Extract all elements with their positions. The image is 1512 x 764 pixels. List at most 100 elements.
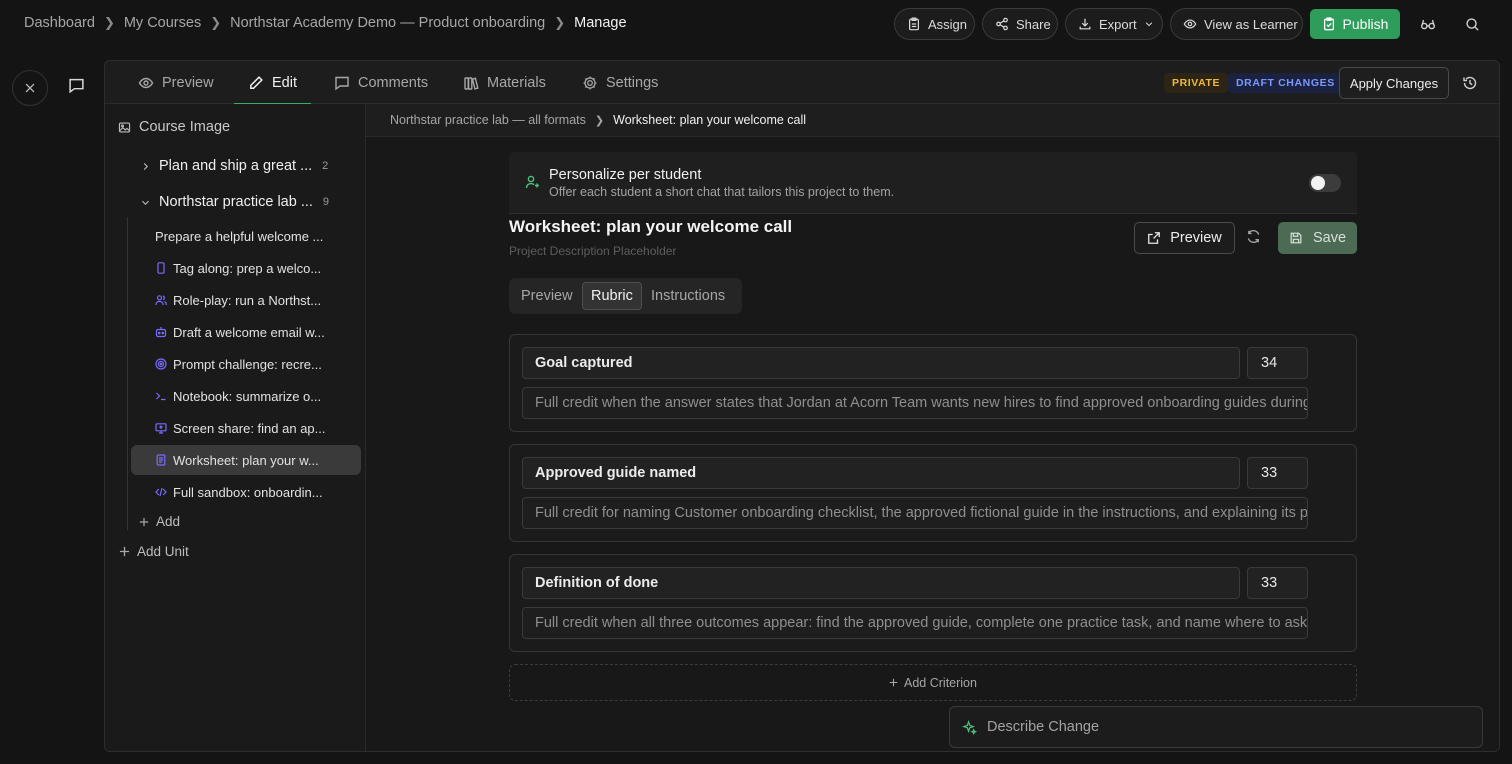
sidebar-lesson-item[interactable]: Prompt challenge: recre... [131, 349, 361, 379]
sidebar-lesson-item[interactable]: Screen share: find an ap... [131, 413, 361, 443]
rubric-criterion: Goal captured 34 Full credit when the an… [509, 334, 1357, 432]
close-button[interactable] [12, 70, 48, 106]
refresh-icon[interactable] [1246, 229, 1264, 247]
chevron-right-icon: ❯ [210, 15, 222, 30]
subtab-instructions[interactable]: Instructions [643, 282, 733, 310]
bot-icon [155, 326, 167, 338]
personalize-toggle[interactable] [1309, 174, 1341, 192]
apply-changes-button[interactable]: Apply Changes [1339, 67, 1449, 99]
rubric-criterion: Approved guide named 33 Full credit for … [509, 444, 1357, 542]
criterion-points-input[interactable]: 34 [1247, 347, 1308, 379]
assign-button[interactable]: Assign [894, 8, 975, 40]
add-unit-button[interactable]: Add Unit [119, 544, 189, 559]
clipboard-check-icon [1322, 17, 1336, 31]
chevron-right-icon: ❯ [554, 15, 566, 30]
breadcrumb-course[interactable]: Northstar Academy Demo — Product onboard… [230, 15, 545, 31]
save-icon [1289, 231, 1303, 245]
clipboard-icon [907, 17, 921, 31]
criterion-name-input[interactable]: Approved guide named [522, 457, 1240, 489]
breadcrumb-dashboard[interactable]: Dashboard [24, 15, 95, 31]
plus-icon [889, 678, 898, 687]
preview-button[interactable]: Preview [1134, 222, 1235, 254]
share-icon [995, 17, 1009, 31]
project-description-field[interactable]: Project Description Placeholder [509, 244, 676, 258]
message-square-icon [68, 77, 85, 94]
tab-preview[interactable]: Preview [138, 61, 214, 104]
plus-icon [139, 517, 149, 527]
export-button[interactable]: Export [1065, 8, 1163, 40]
terminal-icon [155, 390, 167, 402]
glasses-icon[interactable] [1418, 14, 1438, 34]
eye-icon [1183, 17, 1197, 31]
personalize-title: Personalize per student [549, 167, 702, 183]
history-icon[interactable] [1461, 74, 1479, 92]
subtab-preview[interactable]: Preview [513, 282, 581, 310]
course-outline-sidebar: Course Image Plan and ship a great ... 2… [105, 104, 365, 751]
users-icon [155, 294, 167, 306]
close-icon [23, 81, 37, 95]
code-icon [155, 486, 167, 498]
breadcrumb-unit[interactable]: Northstar practice lab — all formats [390, 113, 586, 127]
content-breadcrumb: Northstar practice lab — all formats ❯ W… [366, 104, 1499, 137]
personalize-subtitle: Offer each student a short chat that tai… [549, 185, 895, 199]
view-as-learner-button[interactable]: View as Learner [1170, 8, 1303, 40]
draft-changes-badge: DRAFT CHANGES [1228, 73, 1343, 93]
pencil-icon [248, 75, 264, 91]
personalize-card: Personalize per student Offer each stude… [509, 152, 1357, 214]
criterion-points-input[interactable]: 33 [1247, 567, 1308, 599]
external-link-icon [1147, 231, 1161, 245]
top-bar: Dashboard ❯ My Courses ❯ Northstar Acade… [0, 0, 1512, 48]
sparkle-icon [962, 719, 977, 735]
chevron-right-icon: ❯ [594, 114, 605, 127]
chevron-right-icon [140, 161, 151, 172]
plus-icon [119, 546, 130, 557]
sidebar-lesson-item-selected[interactable]: Worksheet: plan your w... [131, 445, 361, 475]
tab-edit[interactable]: Edit [234, 61, 311, 105]
project-editor: Northstar practice lab — all formats ❯ W… [365, 104, 1499, 751]
rubric-criterion: Definition of done 33 Full credit when a… [509, 554, 1357, 652]
sidebar-lesson-item[interactable]: Notebook: summarize o... [131, 381, 361, 411]
sidebar-lesson-item[interactable]: Tag along: prep a welco... [131, 253, 361, 283]
project-title[interactable]: Worksheet: plan your welcome call [509, 217, 792, 237]
phone-icon [155, 262, 167, 274]
chat-button[interactable] [62, 71, 90, 99]
chevron-down-icon [1144, 19, 1154, 29]
breadcrumb-my-courses[interactable]: My Courses [124, 15, 201, 31]
worksheet-icon [155, 454, 167, 466]
tab-comments[interactable]: Comments [334, 61, 428, 104]
criterion-description-input[interactable]: Full credit for naming Customer onboardi… [522, 497, 1308, 529]
message-square-icon [334, 75, 350, 91]
sidebar-lesson-item[interactable]: Draft a welcome email w... [131, 317, 361, 347]
criterion-name-input[interactable]: Definition of done [522, 567, 1240, 599]
publish-button[interactable]: Publish [1310, 9, 1400, 39]
sidebar-lesson-item[interactable]: Full sandbox: onboardin... [131, 477, 361, 507]
eye-icon [138, 75, 154, 91]
sidebar-unit-2[interactable]: Northstar practice lab ... 9 [140, 194, 329, 210]
tab-materials[interactable]: Materials [463, 61, 546, 104]
image-icon [118, 121, 131, 134]
sidebar-lesson-item[interactable]: Role-play: run a Northst... [131, 285, 361, 315]
share-button[interactable]: Share [982, 8, 1058, 40]
criterion-description-input[interactable]: Full credit when all three outcomes appe… [522, 607, 1308, 639]
editor-panel: Preview Edit Comments Materials Settings… [104, 60, 1500, 752]
criterion-description-input[interactable]: Full credit when the answer states that … [522, 387, 1308, 419]
tree-line [127, 217, 128, 530]
sidebar-lesson-item[interactable]: Prepare a helpful welcome ... [131, 221, 361, 251]
criterion-name-input[interactable]: Goal captured [522, 347, 1240, 379]
tab-settings[interactable]: Settings [582, 61, 658, 104]
save-button[interactable]: Save [1278, 222, 1357, 254]
course-image-item[interactable]: Course Image [118, 119, 230, 135]
chevron-right-icon: ❯ [103, 15, 115, 30]
add-criterion-button[interactable]: Add Criterion [509, 664, 1357, 701]
describe-change-input[interactable]: Describe Change [949, 706, 1483, 748]
search-icon[interactable] [1462, 14, 1482, 34]
breadcrumb-current: Manage [574, 15, 627, 31]
sidebar-unit-1[interactable]: Plan and ship a great ... 2 [140, 158, 328, 174]
add-lesson-button[interactable]: Add [139, 514, 180, 529]
criterion-points-input[interactable]: 33 [1247, 457, 1308, 489]
breadcrumb-current: Worksheet: plan your welcome call [613, 113, 807, 127]
books-icon [463, 75, 479, 91]
subtab-rubric[interactable]: Rubric [582, 282, 642, 310]
screen-share-icon [155, 422, 167, 434]
project-subtabs: Preview Rubric Instructions [509, 278, 742, 314]
